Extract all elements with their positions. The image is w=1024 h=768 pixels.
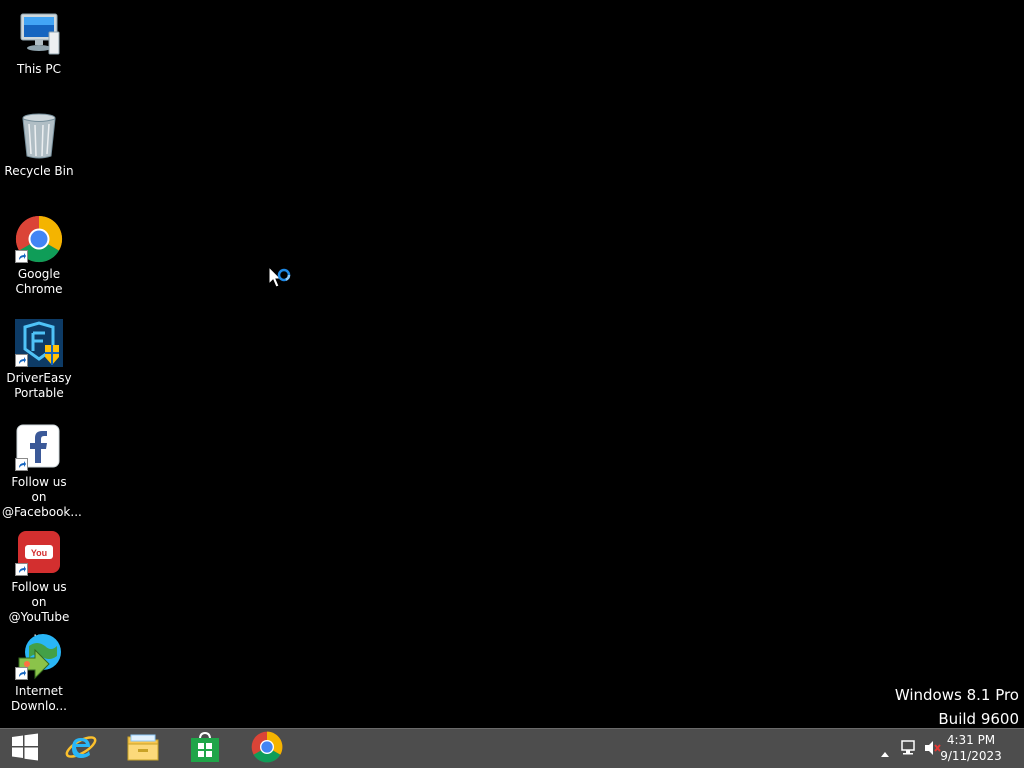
svg-text:You: You — [31, 548, 47, 558]
internet-download-manager-icon — [15, 632, 63, 680]
taskbar-internet-explorer[interactable] — [52, 729, 110, 768]
taskbar-file-explorer[interactable] — [114, 729, 172, 768]
desktop-icon-youtube[interactable]: You Follow us on @YouTube ... — [2, 528, 76, 640]
desktop-icon-label: Google Chrome — [15, 267, 63, 296]
windows-logo-icon — [11, 733, 39, 765]
desktop-icon-label: This PC — [17, 62, 61, 76]
file-explorer-icon — [126, 731, 160, 767]
shortcut-arrow-icon — [15, 667, 28, 680]
start-button[interactable] — [0, 729, 50, 768]
system-tray: 4:31 PM 9/11/2023 — [864, 729, 1024, 768]
internet-explorer-icon — [64, 730, 98, 768]
facebook-icon — [15, 423, 63, 471]
desktop-icon-google-chrome[interactable]: Google Chrome — [2, 215, 76, 297]
taskbar-clock[interactable]: 4:31 PM 9/11/2023 — [936, 732, 1006, 764]
desktop-icon-internet-download-manager[interactable]: Internet Downlo... — [2, 632, 76, 714]
chrome-icon — [251, 731, 283, 767]
desktop[interactable]: This PC Recycle Bin Google Chrome Driver… — [0, 0, 1024, 728]
desktop-icon-label: Recycle Bin — [4, 164, 74, 178]
youtube-icon: You — [15, 528, 63, 576]
chevron-up-icon[interactable] — [880, 743, 890, 762]
drivereasy-icon — [15, 319, 63, 367]
shortcut-arrow-icon — [15, 354, 28, 367]
desktop-icon-label: Follow us on @YouTube ... — [8, 580, 70, 639]
shortcut-arrow-icon — [15, 458, 28, 471]
clock-time: 4:31 PM — [946, 733, 996, 747]
desktop-icon-label: Follow us on @Facebook... — [2, 475, 82, 519]
taskbar-google-chrome[interactable] — [238, 729, 296, 768]
chrome-icon — [15, 215, 63, 263]
desktop-icon-drivereasy[interactable]: DriverEasy Portable — [2, 319, 76, 401]
desktop-icon-label: Internet Downlo... — [11, 684, 67, 713]
mouse-cursor-busy-icon — [268, 265, 294, 300]
desktop-icon-this-pc[interactable]: This PC — [2, 10, 76, 77]
shortcut-arrow-icon — [15, 250, 28, 263]
computer-icon — [15, 10, 63, 58]
windows-version-watermark: Windows 8.1 Pro Build 9600 — [895, 683, 1019, 731]
desktop-icon-recycle-bin[interactable]: Recycle Bin — [2, 112, 76, 179]
taskbar: 4:31 PM 9/11/2023 — [0, 728, 1024, 768]
watermark-edition: Windows 8.1 Pro — [894, 686, 1019, 704]
taskbar-windows-store[interactable] — [176, 729, 234, 768]
recycle-bin-icon — [15, 112, 63, 160]
store-icon — [190, 731, 220, 767]
shortcut-arrow-icon — [15, 563, 28, 576]
desktop-icon-label: DriverEasy Portable — [6, 371, 72, 400]
clock-date: 9/11/2023 — [940, 749, 1002, 763]
network-icon[interactable] — [900, 740, 918, 760]
desktop-icon-facebook[interactable]: Follow us on @Facebook... — [2, 423, 82, 520]
